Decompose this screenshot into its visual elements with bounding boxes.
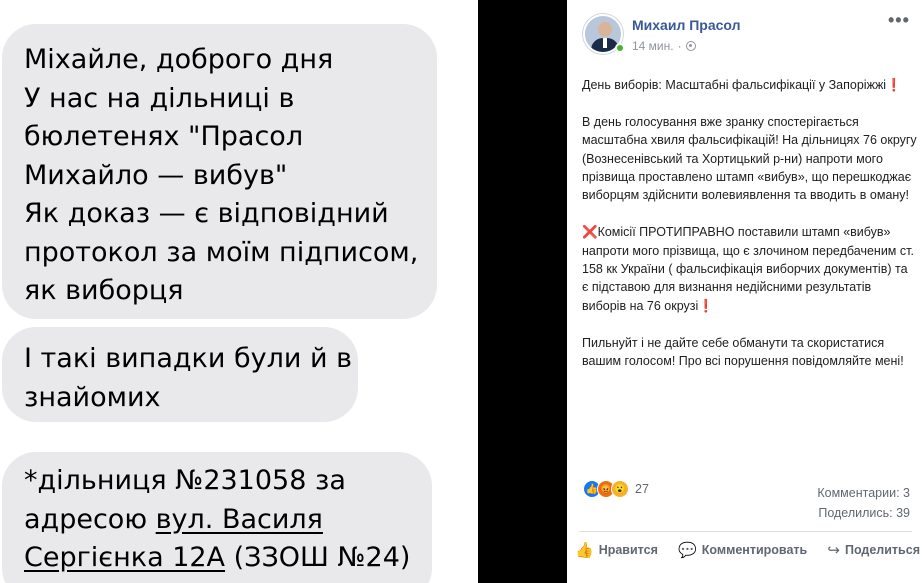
- reactions-count[interactable]: 27: [635, 482, 649, 496]
- like-icon: 👍: [575, 542, 594, 559]
- avatar-head: [598, 22, 612, 37]
- post-actions: 👍 Нравится 💬 Комментировать ↪ Поделиться: [575, 541, 920, 559]
- post-meta: 14 мин. ·: [632, 39, 696, 53]
- message-line: як виборця: [24, 275, 184, 306]
- facebook-post: Михаил Прасол 14 мин. · ••• День виборів…: [567, 0, 924, 583]
- message-line: І такі випадки були й в: [24, 343, 353, 374]
- comment-label: Комментировать: [701, 543, 808, 557]
- message-line: Міхайле, доброго дня: [24, 44, 334, 75]
- post-paragraph: Пильнуйт і не дайте себе обманути та ско…: [582, 335, 904, 369]
- post-paragraph: ❌Комісії ПРОТИПРАВНО поставили штамп «ви…: [582, 223, 917, 315]
- message-line: бюлетенях "Прасол: [24, 121, 304, 152]
- avatar-shirt: [603, 38, 607, 48]
- wow-reaction-icon: 😮: [611, 480, 629, 498]
- message-bubble-3: *дільниця №231058 за адресою вул. Василя…: [2, 452, 432, 583]
- like-label: Нравится: [598, 543, 658, 557]
- address-link[interactable]: вул. Василя: [156, 504, 323, 535]
- message-bubble-1: Міхайле, доброго дня У нас на дільниці в…: [2, 24, 437, 319]
- reactions-summary[interactable]: 👍 😡 😮 27: [583, 480, 649, 498]
- post-stats: Комментарии: 3 Поделились: 39: [817, 483, 910, 523]
- share-icon: ↪: [827, 542, 840, 559]
- post-paragraph: День виборів: Масштабні фальсифікації у …: [582, 76, 917, 94]
- message-line: Михайло — вибув": [24, 159, 288, 191]
- post-body: День виборів: Масштабні фальсифікації у …: [582, 76, 917, 389]
- post-title-text: День виборів: Масштабні фальсифікації у …: [582, 78, 887, 92]
- message-line: знайомих: [24, 381, 161, 413]
- share-label: Поделиться: [844, 543, 920, 557]
- address-link[interactable]: Сергієнка 12А: [24, 542, 225, 573]
- like-button[interactable]: 👍 Нравится: [575, 541, 658, 559]
- shares-count[interactable]: Поделились: 39: [817, 503, 910, 523]
- comment-button[interactable]: 💬 Комментировать: [678, 541, 807, 559]
- message-line: У нас на дільниці в: [24, 82, 295, 114]
- message-line: Сергієнка 12А (ЗЗОШ №24): [24, 539, 412, 578]
- post-paragraph-text: Комісії ПРОТИПРАВНО поставили штамп «виб…: [582, 225, 914, 313]
- message-text: адресою: [24, 503, 156, 535]
- message-bubble-2: І такі випадки були й в знайомих: [2, 327, 358, 422]
- globe-icon[interactable]: [685, 41, 696, 51]
- comments-count[interactable]: Комментарии: 3: [817, 483, 910, 503]
- online-status-icon: [615, 43, 625, 53]
- chat-screenshot: Міхайле, доброго дня У нас на дільниці в…: [0, 0, 478, 583]
- more-options-button[interactable]: •••: [888, 10, 910, 31]
- cross-mark-icon: ❌: [582, 225, 598, 240]
- divider: [579, 531, 912, 532]
- message-line: *дільниця №231058 за: [24, 465, 346, 496]
- post-paragraph: В день голосування вже зранку спостеріга…: [582, 114, 917, 203]
- meta-separator: ·: [677, 39, 682, 53]
- share-button[interactable]: ↪ Поделиться: [827, 541, 920, 559]
- message-line: Як доказ — є відповідний: [24, 198, 389, 229]
- comment-icon: 💬: [678, 542, 697, 559]
- exclamation-icon: ❗: [698, 298, 714, 313]
- message-line: протокол за моїм підписом,: [24, 236, 419, 268]
- message-text: (ЗЗОШ №24): [225, 542, 411, 573]
- message-line: адресою вул. Василя: [24, 501, 412, 540]
- post-timestamp[interactable]: 14 мин.: [632, 39, 674, 53]
- author-name[interactable]: Михаил Прасол: [632, 17, 741, 33]
- exclamation-icon: ❗: [886, 78, 902, 92]
